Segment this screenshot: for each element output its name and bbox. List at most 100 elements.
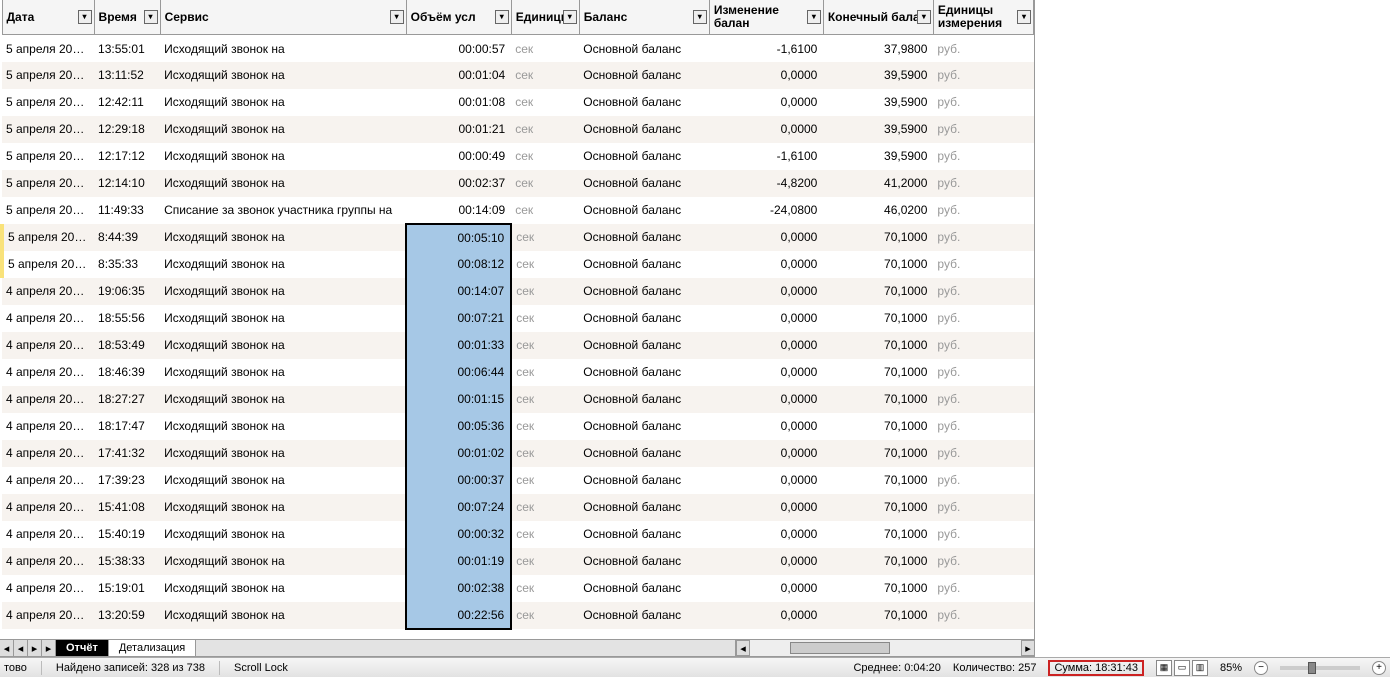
cell[interactable]: 5 апреля 2019 г. (2, 35, 94, 62)
table-row[interactable]: 4 апреля 2019 г.13:20:59Исходящий звонок… (2, 602, 1034, 629)
cell[interactable]: руб. (933, 386, 1033, 413)
cell[interactable]: 00:01:02 (406, 440, 511, 467)
cell[interactable]: Основной баланс (579, 602, 709, 629)
cell[interactable]: 0,0000 (709, 278, 823, 305)
table-row[interactable]: 4 апреля 2019 г.17:41:32Исходящий звонок… (2, 440, 1034, 467)
cell[interactable]: 70,1000 (823, 440, 933, 467)
table-row[interactable]: 5 апреля 2019 г.12:42:11Исходящий звонок… (2, 89, 1034, 116)
cell[interactable]: Основной баланс (579, 575, 709, 602)
cell[interactable]: сек (511, 494, 579, 521)
cell[interactable]: 4 апреля 2019 г. (2, 548, 94, 575)
cell[interactable]: 0,0000 (709, 548, 823, 575)
cell[interactable]: Основной баланс (579, 305, 709, 332)
filter-dropdown-icon[interactable]: ▾ (78, 10, 92, 24)
cell[interactable]: 00:01:15 (406, 386, 511, 413)
cell[interactable]: Исходящий звонок на (160, 224, 406, 251)
cell[interactable]: 5 апреля 2019 г. (2, 62, 94, 89)
horizontal-scrollbar[interactable]: ◂ ▸ (735, 640, 1035, 656)
cell[interactable]: 39,5900 (823, 143, 933, 170)
cell[interactable]: сек (511, 602, 579, 629)
cell[interactable]: 0,0000 (709, 602, 823, 629)
cell[interactable]: сек (511, 35, 579, 62)
cell[interactable]: 5 апреля 2019 г. (2, 143, 94, 170)
cell[interactable]: 4 апреля 2019 г. (2, 359, 94, 386)
cell[interactable]: 4 апреля 2019 г. (2, 494, 94, 521)
cell[interactable]: 0,0000 (709, 89, 823, 116)
cell[interactable]: Исходящий звонок на (160, 359, 406, 386)
cell[interactable]: сек (511, 467, 579, 494)
table-row[interactable]: 4 апреля 2019 г.19:06:35Исходящий звонок… (2, 278, 1034, 305)
cell[interactable]: руб. (933, 359, 1033, 386)
col-header-volume[interactable]: Объём усл▾ (406, 0, 511, 35)
cell[interactable]: 5 апреля 2019 г. (2, 251, 94, 278)
cell[interactable]: Основной баланс (579, 116, 709, 143)
cell[interactable]: сек (511, 548, 579, 575)
cell[interactable]: Исходящий звонок на (160, 440, 406, 467)
cell[interactable]: 0,0000 (709, 521, 823, 548)
col-header-end[interactable]: Конечный бала▾ (823, 0, 933, 35)
cell[interactable]: 5 апреля 2019 г. (2, 89, 94, 116)
table-row[interactable]: 5 апреля 2019 г.13:11:52Исходящий звонок… (2, 62, 1034, 89)
cell[interactable]: 00:22:56 (406, 602, 511, 629)
col-header-time[interactable]: Время▾ (94, 0, 160, 35)
cell[interactable]: сек (511, 197, 579, 224)
tab-nav-next[interactable]: ▸ (28, 640, 42, 656)
cell[interactable]: 70,1000 (823, 305, 933, 332)
cell[interactable]: Основной баланс (579, 278, 709, 305)
cell[interactable]: 00:14:07 (406, 278, 511, 305)
tab-nav-last[interactable]: ▸ (42, 640, 56, 656)
cell[interactable]: 18:27:27 (94, 386, 160, 413)
filter-dropdown-icon[interactable]: ▾ (917, 10, 931, 24)
cell[interactable]: руб. (933, 278, 1033, 305)
cell[interactable]: Основной баланс (579, 359, 709, 386)
cell[interactable]: 0,0000 (709, 332, 823, 359)
filter-active-icon[interactable]: ▾ (390, 10, 404, 24)
cell[interactable]: 0,0000 (709, 494, 823, 521)
cell[interactable]: сек (511, 413, 579, 440)
cell[interactable]: 15:38:33 (94, 548, 160, 575)
cell[interactable]: 0,0000 (709, 305, 823, 332)
cell[interactable]: руб. (933, 413, 1033, 440)
filter-dropdown-icon[interactable]: ▾ (1017, 10, 1031, 24)
cell[interactable]: Исходящий звонок на (160, 494, 406, 521)
cell[interactable]: Основной баланс (579, 332, 709, 359)
cell[interactable]: сек (511, 278, 579, 305)
cell[interactable]: руб. (933, 467, 1033, 494)
cell[interactable]: руб. (933, 89, 1033, 116)
scroll-track[interactable] (750, 640, 1021, 656)
cell[interactable]: Исходящий звонок на (160, 116, 406, 143)
cell[interactable]: 5 апреля 2019 г. (2, 116, 94, 143)
cell[interactable]: Списание за звонок участника группы на (160, 197, 406, 224)
cell[interactable]: 00:01:21 (406, 116, 511, 143)
cell[interactable]: Исходящий звонок на (160, 548, 406, 575)
cell[interactable]: 12:29:18 (94, 116, 160, 143)
cell[interactable]: сек (511, 251, 579, 278)
cell[interactable]: 70,1000 (823, 224, 933, 251)
filter-dropdown-icon[interactable]: ▾ (693, 10, 707, 24)
cell[interactable]: Основной баланс (579, 386, 709, 413)
cell[interactable]: руб. (933, 251, 1033, 278)
cell[interactable]: руб. (933, 575, 1033, 602)
cell[interactable]: 00:01:04 (406, 62, 511, 89)
table-row[interactable]: 4 апреля 2019 г.15:40:19Исходящий звонок… (2, 521, 1034, 548)
cell[interactable]: 00:14:09 (406, 197, 511, 224)
zoom-thumb[interactable] (1308, 662, 1316, 674)
cell[interactable]: Основной баланс (579, 251, 709, 278)
cell[interactable]: Основной баланс (579, 170, 709, 197)
cell[interactable]: 00:06:44 (406, 359, 511, 386)
cell[interactable]: 0,0000 (709, 440, 823, 467)
col-header-service[interactable]: Сервис▾ (160, 0, 406, 35)
cell[interactable]: сек (511, 62, 579, 89)
table-row[interactable]: 4 апреля 2019 г.15:41:08Исходящий звонок… (2, 494, 1034, 521)
tab-nav-prev[interactable]: ◂ (14, 640, 28, 656)
cell[interactable]: сек (511, 89, 579, 116)
table-row[interactable]: 4 апреля 2019 г.18:17:47Исходящий звонок… (2, 413, 1034, 440)
cell[interactable]: сек (511, 170, 579, 197)
cell[interactable]: Исходящий звонок на (160, 62, 406, 89)
cell[interactable]: сек (511, 359, 579, 386)
cell[interactable]: 41,2000 (823, 170, 933, 197)
cell[interactable]: 70,1000 (823, 332, 933, 359)
cell[interactable]: 4 апреля 2019 г. (2, 440, 94, 467)
cell[interactable]: руб. (933, 602, 1033, 629)
cell[interactable]: Основной баланс (579, 197, 709, 224)
